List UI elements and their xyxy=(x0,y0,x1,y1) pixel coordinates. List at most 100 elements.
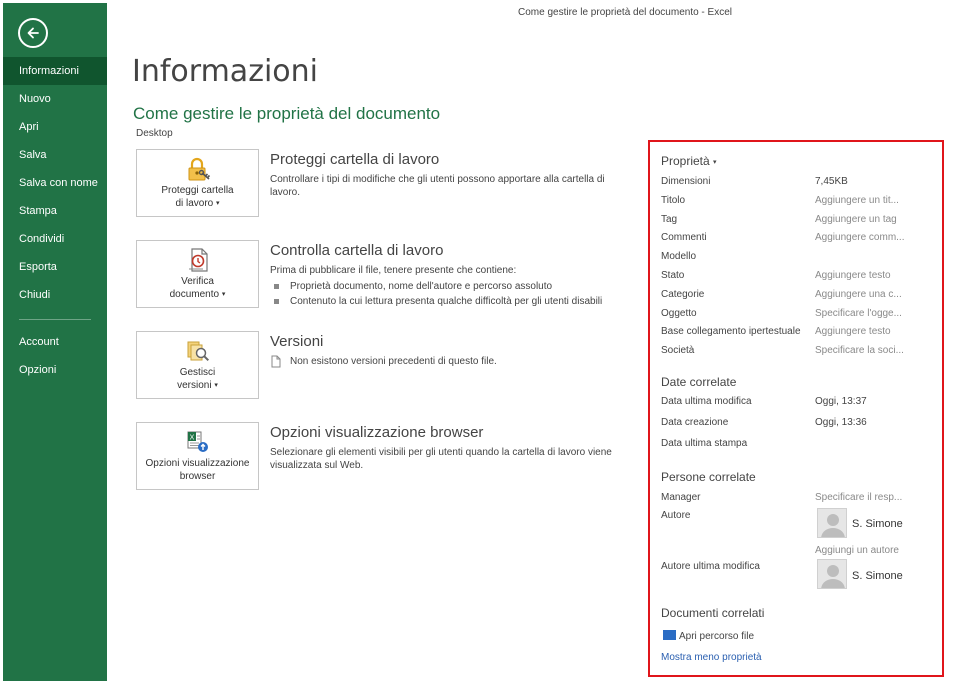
property-label: Titolo xyxy=(661,194,686,206)
property-value: 7,45KB xyxy=(815,176,848,187)
nav-item-chiudi[interactable]: Chiudi xyxy=(3,281,107,309)
back-button[interactable] xyxy=(18,18,48,48)
versions-heading: Versioni xyxy=(270,333,324,350)
author-label: Autore xyxy=(661,510,691,521)
property-value[interactable]: Aggiungere una c... xyxy=(815,289,902,300)
date-label: Data creazione xyxy=(661,416,729,428)
protect-button-label: Proteggi cartella xyxy=(161,185,234,196)
property-value[interactable]: Aggiungere testo xyxy=(815,326,891,337)
property-label: Commenti xyxy=(661,232,707,244)
property-label: Tag xyxy=(661,213,678,225)
nav-divider xyxy=(19,319,91,320)
property-label: Oggetto xyxy=(661,307,697,319)
properties-panel: Proprietà ▾ Dimensioni 7,45KB Titolo Aggiun… xyxy=(648,140,944,677)
last-modified-author-label: Autore ultima modifica xyxy=(661,561,760,572)
document-title: Come gestire le proprietà del documento xyxy=(133,104,441,123)
date-label: Data ultima modifica xyxy=(661,396,752,407)
nav-item-condividi[interactable]: Condividi xyxy=(3,225,107,253)
nav-item-opzioni[interactable]: Opzioni xyxy=(3,356,107,384)
last-modified-author-avatar xyxy=(817,559,847,589)
inspect-document-icon xyxy=(185,247,211,273)
nav-item-stampa[interactable]: Stampa xyxy=(3,197,107,225)
related-documents-heading: Documenti correlati xyxy=(661,606,765,620)
browser-button-label-2: browser xyxy=(179,471,216,482)
protect-description: Controllare i tipi di modifiche che gli … xyxy=(270,174,605,198)
browser-button-label: Opzioni visualizzazione xyxy=(145,458,250,469)
person-icon xyxy=(821,514,845,537)
versions-description: Non esistono versioni precedenti di ques… xyxy=(270,355,615,368)
dropdown-caret-icon: ▾ xyxy=(221,291,226,298)
svg-text:X: X xyxy=(189,435,194,442)
versions-button-label-2: versioni xyxy=(177,380,212,392)
add-author-link[interactable]: Aggiungi un autore xyxy=(815,545,899,556)
properties-heading: Proprietà xyxy=(661,154,710,168)
protect-button-label-2: di lavoro xyxy=(175,198,214,210)
author-avatar xyxy=(817,508,847,538)
nav-item-informazioni[interactable]: Informazioni xyxy=(3,57,107,85)
document-icon xyxy=(271,355,281,368)
inspect-document-button[interactable]: Verifica documento ▾ xyxy=(136,240,259,308)
property-label: Società xyxy=(661,345,695,357)
manager-label: Manager xyxy=(661,492,701,503)
window-title: Come gestire le proprietà del documento … xyxy=(518,7,732,18)
folder-icon xyxy=(663,630,676,640)
versions-text: Non esistono versioni precedenti di ques… xyxy=(290,356,497,367)
date-value: Oggi, 13:37 xyxy=(815,396,867,407)
last-modified-author-name[interactable]: S. Simone xyxy=(852,570,903,582)
show-fewer-properties-link[interactable]: Mostra meno proprietà xyxy=(661,652,762,663)
document-location: Desktop xyxy=(136,128,173,139)
related-people-heading: Persone correlate xyxy=(661,470,756,484)
nav-item-account[interactable]: Account xyxy=(3,328,107,356)
open-file-location-label: Apri percorso file xyxy=(679,631,755,642)
property-value[interactable]: Aggiungere un tag xyxy=(815,214,897,225)
nav-item-esporta[interactable]: Esporta xyxy=(3,253,107,281)
nav-item-salva-con-nome[interactable]: Salva con nome xyxy=(3,169,107,197)
date-label: Data ultima stampa xyxy=(661,437,748,449)
manage-versions-icon xyxy=(185,338,211,364)
nav-item-salva[interactable]: Salva xyxy=(3,141,107,169)
nav-item-apri[interactable]: Apri xyxy=(3,113,107,141)
person-icon xyxy=(821,565,845,588)
dropdown-caret-icon: ▾ xyxy=(214,382,218,389)
inspect-intro: Prima di pubblicare il file, tenere pres… xyxy=(270,265,517,276)
properties-dropdown[interactable]: Proprietà ▾ xyxy=(661,154,717,168)
inspect-heading: Controlla cartella di lavoro xyxy=(270,242,444,259)
inspect-description: Prima di pubblicare il file, tenere pres… xyxy=(270,264,615,309)
lock-key-icon xyxy=(185,156,211,182)
inspect-bullet-list: Proprietà documento, nome dell'autore e … xyxy=(270,279,615,309)
date-value: Oggi, 13:36 xyxy=(815,416,867,428)
dropdown-caret-icon: ▾ xyxy=(713,158,717,166)
property-value[interactable]: Aggiungere comm... xyxy=(815,232,905,243)
browser-options-description: Selezionare gli elementi visibili per gl… xyxy=(270,447,612,471)
protect-workbook-button[interactable]: Proteggi cartella di lavoro ▾ xyxy=(136,149,259,217)
property-value[interactable]: Specificare la soci... xyxy=(815,345,904,356)
arrow-left-circle-icon xyxy=(27,27,39,39)
related-dates-heading: Date correlate xyxy=(661,375,737,389)
backstage-nav: Informazioni Nuovo Apri Salva Salva con … xyxy=(3,57,107,384)
versions-button-label: Gestisci xyxy=(179,367,216,378)
manage-versions-button[interactable]: Gestisci versioni ▾ xyxy=(136,331,259,399)
backstage-sidebar: Informazioni Nuovo Apri Salva Salva con … xyxy=(3,3,107,681)
browser-view-options-button[interactable]: X Opzioni visualizzazione browser xyxy=(136,422,259,490)
property-value[interactable]: Aggiungere un tit... xyxy=(815,195,899,206)
browser-options-heading: Opzioni visualizzazione browser xyxy=(270,424,484,441)
property-label: Modello xyxy=(661,251,697,263)
nav-item-nuovo[interactable]: Nuovo xyxy=(3,85,107,113)
page-title: Informazioni xyxy=(132,54,318,89)
dropdown-caret-icon: ▾ xyxy=(216,200,220,207)
property-label: Base collegamento ipertestuale xyxy=(661,326,801,338)
property-value[interactable]: Aggiungere testo xyxy=(815,270,891,281)
browser-view-icon: X xyxy=(185,429,211,455)
property-label: Dimensioni xyxy=(661,176,711,187)
property-label: Stato xyxy=(661,270,685,281)
inspect-bullet: Proprietà documento, nome dell'autore e … xyxy=(270,279,615,294)
property-value[interactable]: Specificare l'ogge... xyxy=(815,308,902,319)
open-file-location-link[interactable]: Apri percorso file xyxy=(663,630,754,642)
inspect-button-label-2: documento xyxy=(169,289,220,301)
author-name[interactable]: S. Simone xyxy=(852,518,903,530)
inspect-button-label: Verifica xyxy=(181,276,214,287)
property-label: Categorie xyxy=(661,288,705,300)
manager-field[interactable]: Specificare il resp... xyxy=(815,492,902,503)
inspect-bullet: Contenuto la cui lettura presenta qualch… xyxy=(270,294,615,309)
protect-heading: Proteggi cartella di lavoro xyxy=(270,151,440,168)
